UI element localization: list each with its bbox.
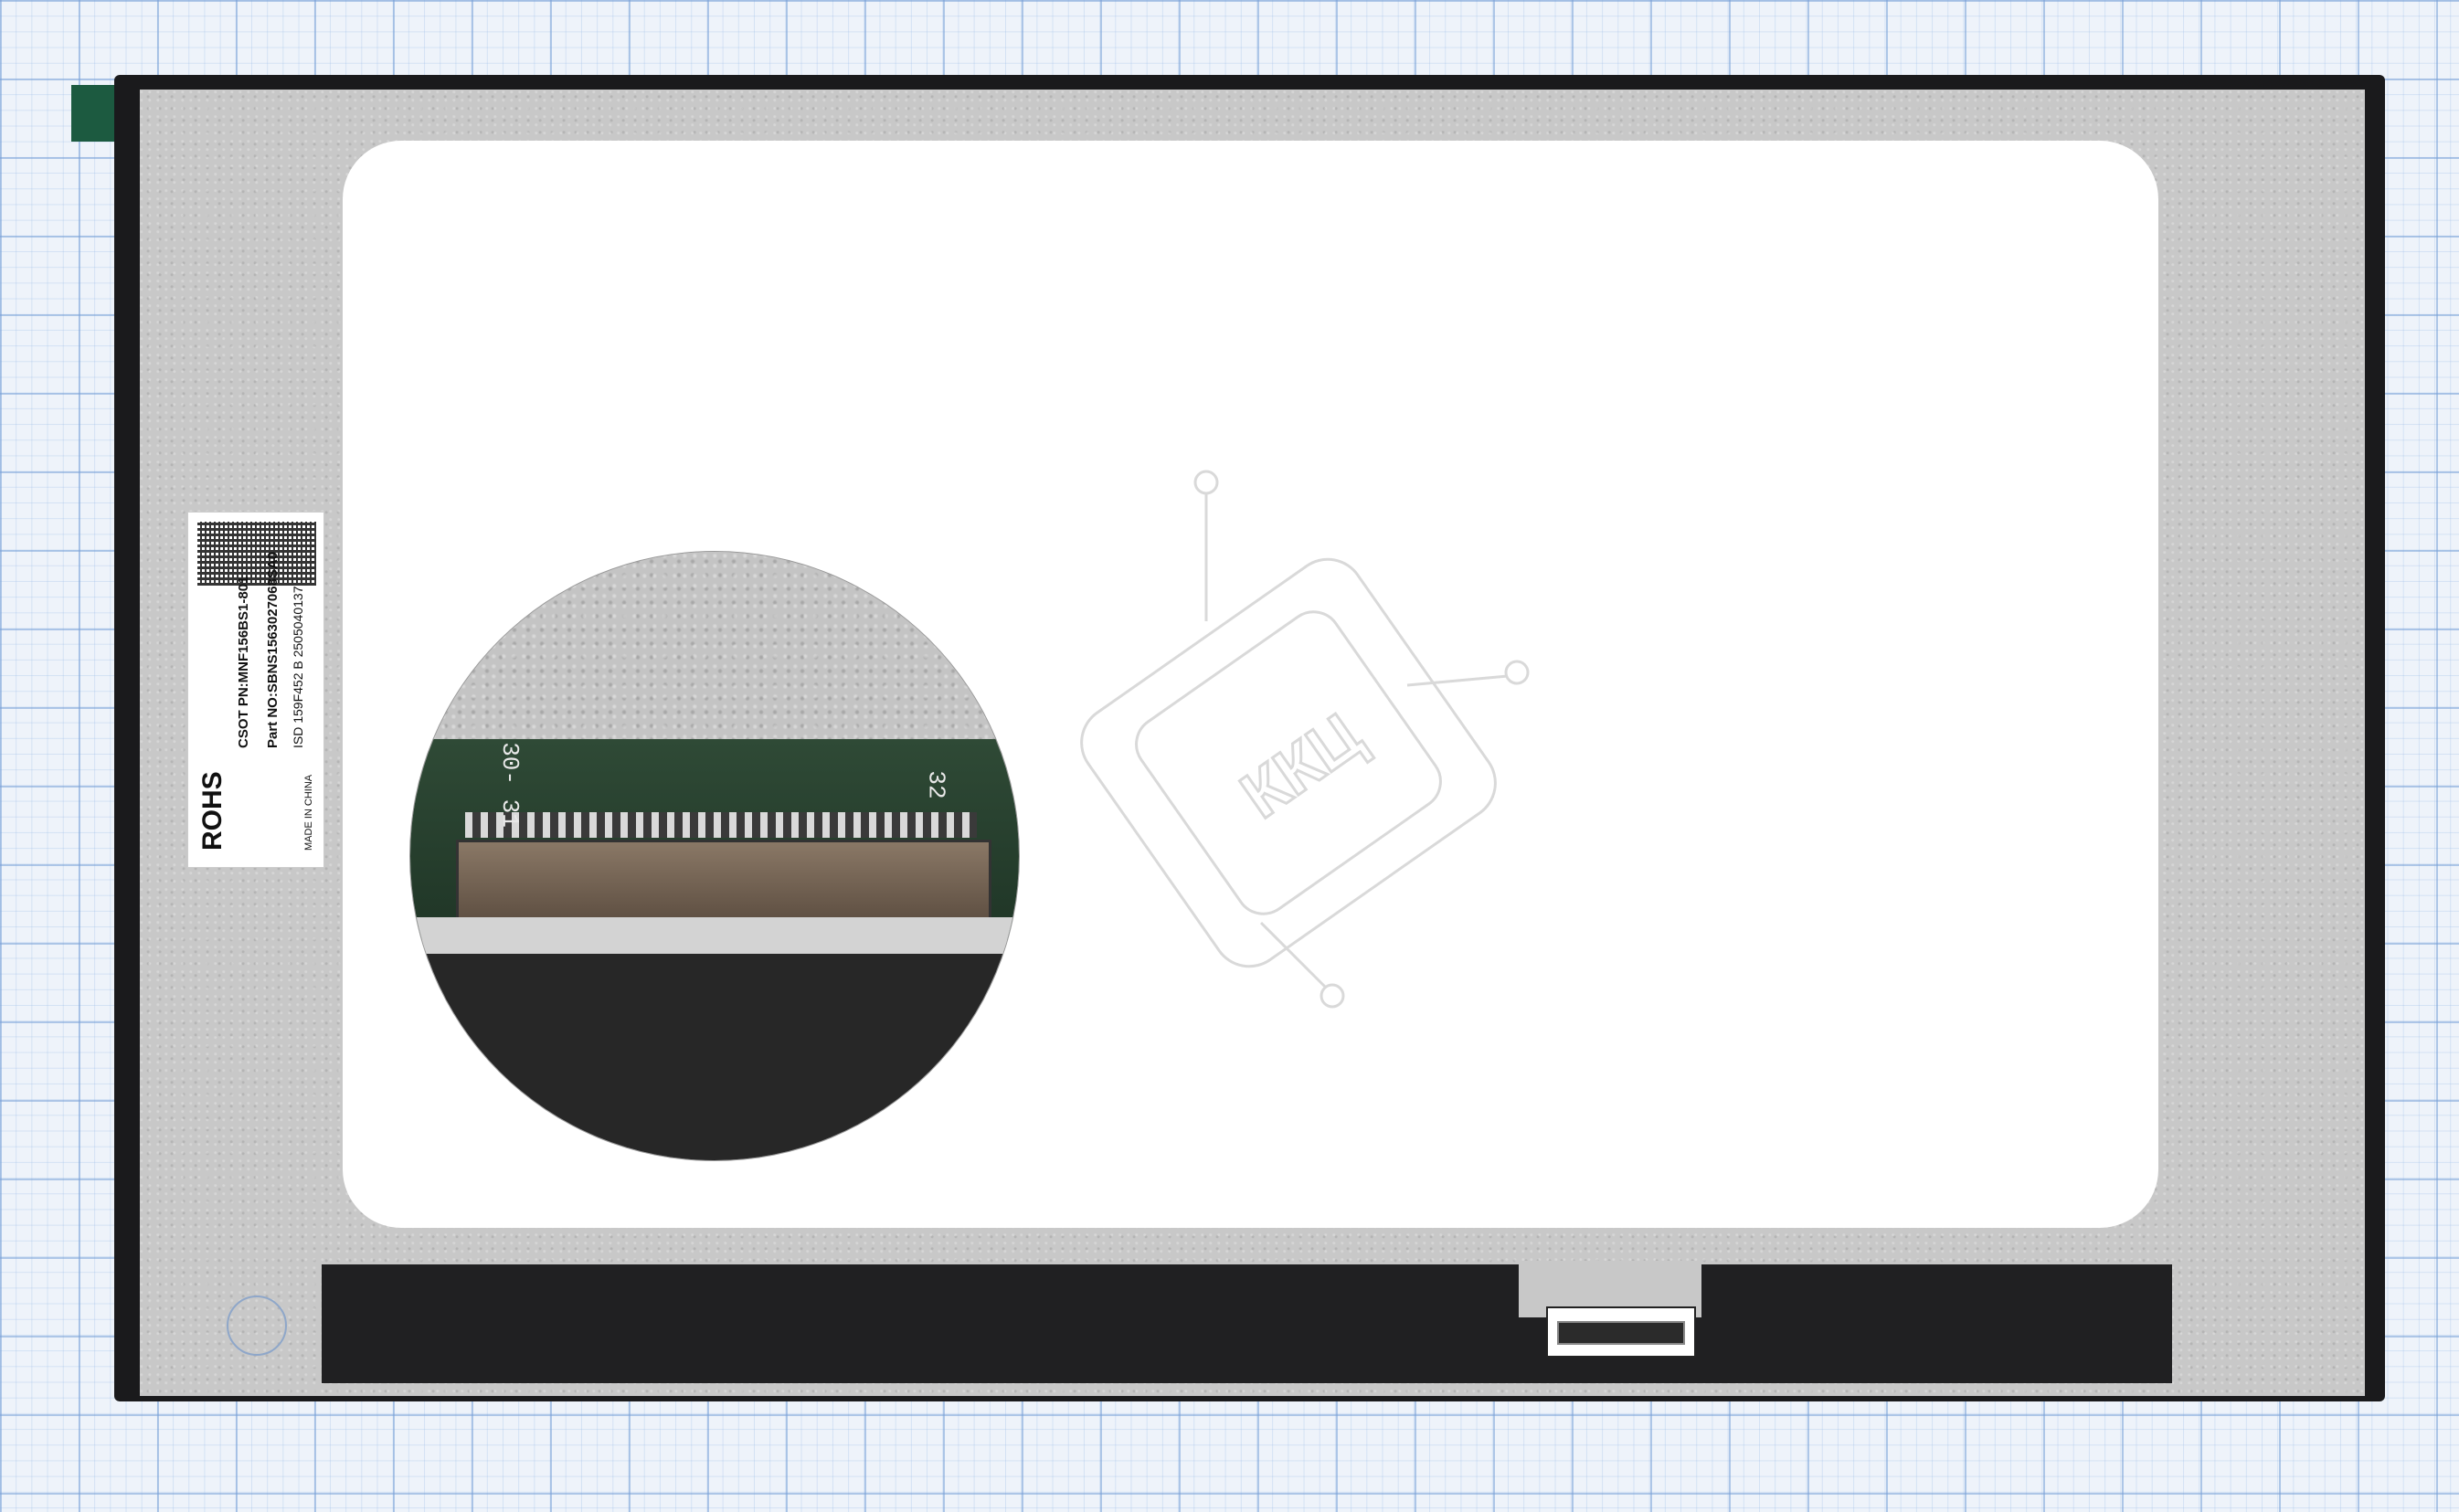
- metal-frame: [410, 917, 1019, 954]
- qr-code-icon: [197, 522, 316, 586]
- black-bottom-strip: [322, 1264, 2172, 1383]
- edp-connector: [1546, 1306, 1696, 1358]
- dark-base: [410, 954, 1019, 1160]
- pin-label-31: 30- 31: [495, 742, 524, 828]
- watermark-text: ККЦ: [1228, 699, 1375, 832]
- stamp-mark: [227, 1295, 287, 1356]
- pin-label-32: 32: [922, 770, 950, 799]
- serial-number: ISD 159F452 B 2505040137: [291, 586, 305, 748]
- csot-part-number: CSOT PN:MNF156BS1-801: [236, 576, 251, 748]
- label-text-block: ROHS CSOT PN:MNF156BS1-801 Part NO:SBNS1…: [188, 513, 323, 867]
- product-label: ROHS CSOT PN:MNF156BS1-801 Part NO:SBNS1…: [187, 512, 324, 868]
- connector-zoom: 30- 31 32: [410, 552, 1019, 1160]
- rohs-mark: ROHS: [197, 771, 228, 851]
- connector-body: [1557, 1321, 1685, 1345]
- watermark-logo: ККЦ: [1080, 470, 1530, 1009]
- connector-housing: [456, 840, 991, 927]
- connector-pins: [465, 812, 977, 838]
- made-in: MADE IN CHINA: [303, 774, 314, 851]
